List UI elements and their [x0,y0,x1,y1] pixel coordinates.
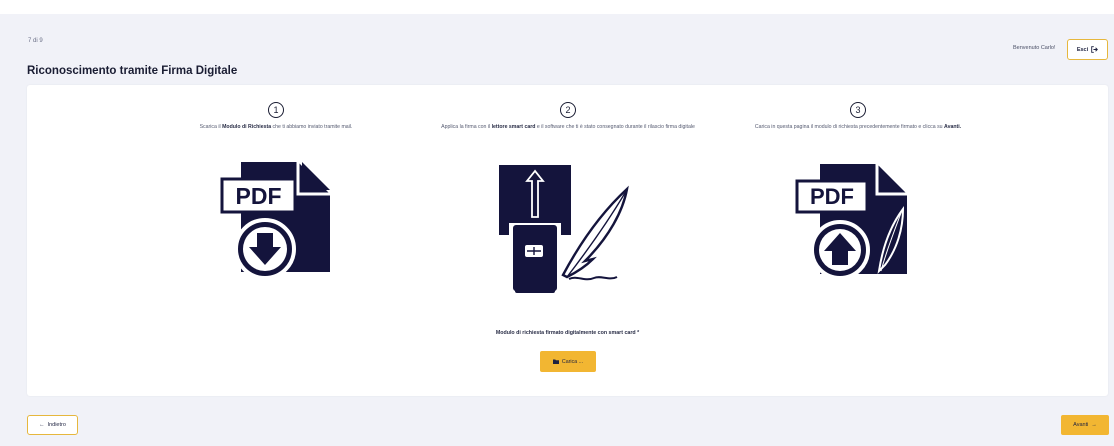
next-button[interactable]: Avanti → [1061,415,1109,435]
folder-icon [552,359,559,364]
exit-button[interactable]: Esci [1067,39,1108,60]
step-1: 1 Scarica il Modulo di Richiesta che ti … [146,102,406,131]
upload-button-label: Carica ... [561,358,584,365]
step-number-3: 3 [850,102,866,118]
welcome-text: Benvenuto Carlo! [1013,45,1056,51]
pdf-label-1: PDF [236,183,282,209]
exit-label: Esci [1076,46,1089,53]
step-description-1: Scarica il Modulo di Richiesta che ti ab… [199,124,353,130]
page-title: Riconoscimento tramite Firma Digitale [27,65,238,77]
pdf-label-3: PDF [810,184,854,209]
step-description-3: Carica in questa pagina il modulo di ric… [754,124,962,130]
main-card: 1 Scarica il Modulo di Richiesta che ti … [27,85,1108,396]
upload-label: Modulo di richiesta firmato digitalmente… [495,330,640,336]
step-2: 2 Applica la firma con il lettore smart … [438,102,698,131]
pdf-upload-signed-icon: PDF [795,164,907,279]
step-3: 3 Carica in questa pagina il modulo di r… [728,102,988,131]
step-number-2: 2 [560,102,576,118]
arrow-left-icon: ← [39,422,45,428]
upload-button[interactable]: Carica ... [540,351,596,372]
step-description-2: Applica la firma con il lettore smart ca… [441,124,695,130]
smart-card-signature-icon [499,165,629,293]
logout-icon [1091,46,1099,53]
arrow-right-icon: → [1091,422,1097,428]
step-number-1: 1 [268,102,284,118]
back-label: Indietro [47,422,66,428]
next-label: Avanti [1073,422,1089,428]
back-button[interactable]: ← Indietro [27,415,78,435]
step-counter: 7 di 9 [28,38,43,44]
pdf-download-icon: PDF [220,162,330,277]
top-band [0,0,1114,14]
